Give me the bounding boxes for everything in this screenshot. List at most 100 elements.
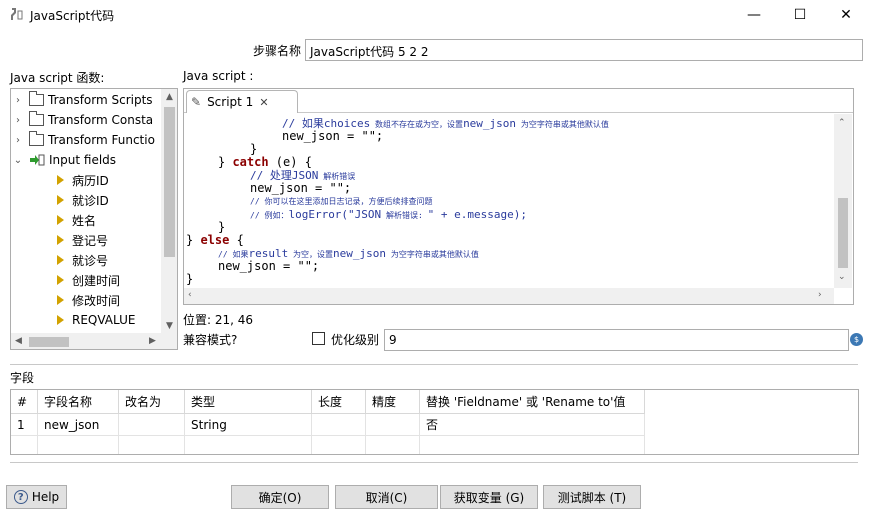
column-header[interactable]: 类型 bbox=[185, 390, 312, 414]
help-icon: ? bbox=[13, 490, 28, 504]
scroll-thumb[interactable] bbox=[838, 198, 848, 268]
help-button[interactable]: ? Help bbox=[6, 485, 67, 509]
window-title: JavaScript代码 bbox=[30, 9, 115, 23]
column-header[interactable]: 字段名称 bbox=[38, 390, 119, 414]
code-area[interactable]: // 如果choices 数组不存在或为空，设置new_json 为空字符串或其… bbox=[186, 115, 834, 287]
table-cell[interactable]: 1 bbox=[11, 414, 38, 436]
tree-field-item[interactable]: 就诊ID bbox=[55, 190, 109, 210]
title-bar: JavaScript代码 — ☐ ✕ bbox=[0, 0, 869, 30]
table-cell[interactable] bbox=[119, 414, 185, 436]
tab-script-1[interactable]: ✎ Script 1 ✕ bbox=[186, 90, 298, 113]
scroll-down-icon[interactable]: ▼ bbox=[166, 321, 173, 331]
column-header[interactable]: 精度 bbox=[366, 390, 420, 414]
tree-item-transform-constants[interactable]: › Transform Consta bbox=[11, 110, 153, 130]
field-label: 就诊号 bbox=[72, 253, 109, 268]
expand-chevron-icon[interactable]: › bbox=[11, 135, 25, 146]
code-line: } catch (e) { bbox=[218, 155, 312, 169]
fields-table[interactable]: # 字段名称 改名为 类型 长度 精度 替换 'Fieldname' 或 'Re… bbox=[10, 389, 859, 455]
tree-field-item[interactable]: 就诊号 bbox=[55, 250, 108, 270]
column-header[interactable]: 长度 bbox=[312, 390, 366, 414]
empty-cell bbox=[420, 436, 645, 454]
table-cell[interactable]: new_json bbox=[38, 414, 119, 436]
tree-field-item[interactable]: REQVALUE bbox=[55, 310, 135, 330]
column-header[interactable]: # bbox=[11, 390, 38, 414]
field-label: REQVALUE bbox=[72, 313, 136, 327]
empty-cell bbox=[11, 436, 38, 454]
tree-item-transform-scripts[interactable]: › Transform Scripts bbox=[11, 90, 153, 110]
code-line: new_json = ""; bbox=[218, 259, 320, 273]
table-cell[interactable]: String bbox=[185, 414, 312, 436]
expand-chevron-icon[interactable]: › bbox=[11, 95, 25, 106]
field-arrow-icon bbox=[57, 315, 64, 325]
compat-mode-checkbox[interactable] bbox=[312, 332, 325, 345]
scroll-up-icon[interactable]: ⌃ bbox=[838, 118, 846, 128]
tree-field-item[interactable]: 姓名 bbox=[55, 210, 96, 230]
close-tab-icon[interactable]: ✕ bbox=[259, 96, 268, 109]
optimization-level-input[interactable]: 9 bbox=[384, 329, 849, 351]
field-arrow-icon bbox=[57, 275, 64, 285]
scroll-thumb[interactable] bbox=[164, 107, 175, 257]
javascript-step-icon bbox=[11, 8, 23, 20]
field-arrow-icon bbox=[57, 195, 64, 205]
scroll-up-icon[interactable]: ▲ bbox=[166, 92, 173, 102]
scroll-thumb[interactable] bbox=[29, 337, 69, 347]
maximize-button[interactable]: ☐ bbox=[777, 0, 823, 30]
field-label: 病历ID bbox=[72, 173, 109, 188]
editor-horizontal-scrollbar[interactable]: ‹ › bbox=[184, 288, 834, 304]
folder-icon bbox=[29, 131, 44, 146]
script-editor[interactable]: ✎ Script 1 ✕ // 如果choices 数组不存在或为空，设置new… bbox=[183, 88, 854, 305]
test-script-button[interactable]: 测试脚本 (T) bbox=[543, 485, 641, 509]
tree-item-transform-functions[interactable]: › Transform Functio bbox=[11, 130, 155, 150]
empty-cell bbox=[119, 436, 185, 454]
tree-item-label: Transform Scripts bbox=[48, 93, 153, 107]
minimize-button[interactable]: — bbox=[731, 0, 777, 30]
tree-field-item[interactable]: 修改时间 bbox=[55, 290, 120, 310]
script-icon: ✎ bbox=[191, 95, 202, 109]
tree-field-item[interactable]: 病历ID bbox=[55, 170, 109, 190]
ok-button[interactable]: 确定(O) bbox=[231, 485, 329, 509]
column-header[interactable]: 替换 'Fieldname' 或 'Rename to'值 bbox=[420, 390, 645, 414]
table-cell[interactable] bbox=[366, 414, 420, 436]
collapse-chevron-icon[interactable]: ⌄ bbox=[11, 155, 25, 166]
field-label: 姓名 bbox=[72, 213, 97, 228]
function-tree[interactable]: › Transform Scripts › Transform Consta ›… bbox=[10, 88, 178, 350]
divider bbox=[10, 364, 858, 365]
cursor-position: 位置: 21, 46 bbox=[183, 313, 254, 327]
field-label: 登记号 bbox=[72, 233, 109, 248]
tree-item-label: Transform Consta bbox=[48, 113, 154, 127]
field-label: 就诊ID bbox=[72, 193, 109, 208]
scroll-right-icon[interactable]: › bbox=[818, 290, 822, 300]
tree-field-item[interactable]: 创建时间 bbox=[55, 270, 120, 290]
editor-vertical-scrollbar[interactable]: ⌃ ⌄ bbox=[834, 114, 852, 288]
cancel-button[interactable]: 取消(C) bbox=[335, 485, 438, 509]
field-arrow-icon bbox=[57, 235, 64, 245]
fields-section-label: 字段 bbox=[10, 371, 35, 385]
get-variables-button[interactable]: 获取变量 (G) bbox=[440, 485, 538, 509]
empty-cell bbox=[185, 436, 312, 454]
close-button[interactable]: ✕ bbox=[823, 0, 869, 30]
code-line: new_json = ""; bbox=[282, 129, 384, 143]
insert-variable-icon[interactable]: $ bbox=[850, 333, 863, 346]
scroll-down-icon[interactable]: ⌄ bbox=[838, 272, 846, 282]
tree-item-input-fields[interactable]: ⌄ Input fields bbox=[11, 150, 116, 170]
tree-horizontal-scrollbar[interactable]: ◀ ▶ bbox=[11, 333, 177, 349]
divider bbox=[10, 462, 858, 463]
compat-mode-label: 兼容模式? bbox=[183, 333, 238, 347]
step-name-input[interactable]: JavaScript代码 5 2 2 bbox=[305, 39, 863, 61]
scroll-left-icon[interactable]: ◀ bbox=[15, 336, 22, 346]
js-script-label: Java script : bbox=[183, 69, 254, 83]
table-cell[interactable] bbox=[312, 414, 366, 436]
tree-item-label: Transform Functio bbox=[48, 133, 155, 147]
scroll-right-icon[interactable]: ▶ bbox=[149, 336, 156, 346]
tree-field-item[interactable]: 登记号 bbox=[55, 230, 108, 250]
scroll-left-icon[interactable]: ‹ bbox=[188, 290, 192, 300]
js-functions-label: Java script 函数: bbox=[10, 71, 105, 85]
tree-vertical-scrollbar[interactable]: ▲ ▼ bbox=[161, 89, 177, 333]
code-line: // 你可以在这里添加日志记录，方便后续排查问题 bbox=[250, 197, 433, 206]
expand-chevron-icon[interactable]: › bbox=[11, 115, 25, 126]
step-name-label: 步骤名称 bbox=[253, 44, 302, 58]
folder-icon bbox=[29, 111, 44, 126]
script-tab-bar: ✎ Script 1 ✕ bbox=[184, 89, 853, 113]
table-cell[interactable]: 否 bbox=[420, 414, 645, 436]
column-header[interactable]: 改名为 bbox=[119, 390, 185, 414]
